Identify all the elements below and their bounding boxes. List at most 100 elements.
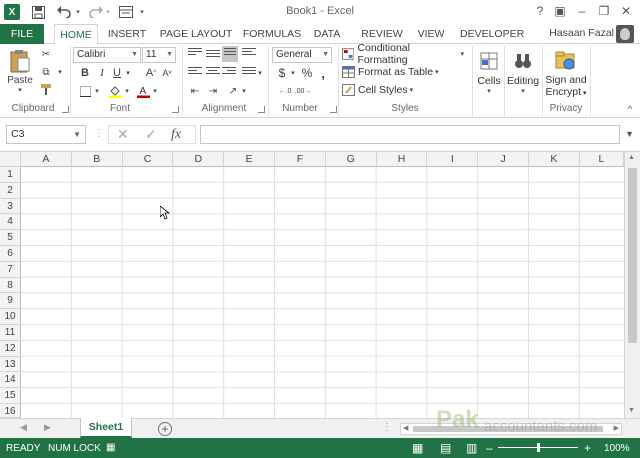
row-header[interactable]: 4 <box>0 214 21 231</box>
decrease-decimal-icon[interactable]: .00→ <box>294 84 312 98</box>
undo-dropdown-icon[interactable]: ▾ <box>74 4 82 20</box>
prev-sheet-icon[interactable]: ◀ <box>20 422 27 433</box>
zoom-in-icon[interactable]: + <box>584 441 591 455</box>
restore-icon[interactable]: ❐ <box>594 2 614 20</box>
row-header[interactable]: 6 <box>0 246 21 262</box>
ribbon-display-icon[interactable]: ▣ <box>550 2 570 20</box>
new-sheet-icon[interactable]: + <box>158 422 172 436</box>
row-header[interactable]: 15 <box>0 388 21 404</box>
row-header[interactable]: 8 <box>0 277 21 294</box>
help-icon[interactable]: ? <box>530 2 550 20</box>
align-middle-icon[interactable] <box>206 50 220 62</box>
zoom-out-icon[interactable]: – <box>486 441 493 455</box>
borders-icon[interactable] <box>78 84 92 98</box>
column-header[interactable]: B <box>71 152 123 167</box>
bold-button[interactable]: B <box>78 66 92 80</box>
column-header[interactable]: A <box>21 152 72 167</box>
copy-dropdown-icon[interactable]: ▾ <box>56 65 64 79</box>
column-header[interactable]: K <box>529 152 580 167</box>
zoom-slider-thumb[interactable] <box>537 443 540 452</box>
conditional-formatting-button[interactable]: Conditional Formatting ▾ <box>342 42 464 66</box>
macro-record-icon[interactable]: ▦ <box>106 442 115 453</box>
column-header[interactable]: D <box>173 152 225 167</box>
increase-indent-icon[interactable]: ⇥ <box>206 84 220 98</box>
column-header[interactable]: J <box>478 152 529 167</box>
tab-insert[interactable]: INSERT <box>104 24 150 44</box>
tab-home[interactable]: HOME <box>54 24 98 45</box>
column-header[interactable]: I <box>427 152 479 167</box>
text-direction-icon[interactable]: ↗ <box>226 84 240 98</box>
page-layout-view-icon[interactable]: ▤ <box>440 441 451 455</box>
row-header[interactable]: 5 <box>0 230 21 246</box>
enter-icon[interactable]: ✓ <box>145 126 157 143</box>
align-left-icon[interactable] <box>188 67 202 79</box>
worksheet-grid[interactable]: ABCDEFGHIJKL 1 2 3 4 5 6 7 8 9 10 11 12 13 14 15 16 ▲ ▼ <box>0 152 640 418</box>
merge-dropdown-icon[interactable]: ▾ <box>256 66 264 80</box>
decrease-indent-icon[interactable]: ⇤ <box>188 84 202 98</box>
format-as-table-button[interactable]: Format as Table ▾ <box>342 64 442 80</box>
row-header[interactable]: 9 <box>0 293 21 310</box>
customize-quick-access-icon[interactable]: ▾ <box>138 4 146 20</box>
row-header[interactable]: 12 <box>0 340 21 357</box>
tab-page-layout[interactable]: PAGE LAYOUT <box>158 24 234 44</box>
close-icon[interactable]: ✕ <box>616 2 636 20</box>
row-header[interactable]: 14 <box>0 372 21 389</box>
clipboard-launcher-icon[interactable] <box>62 106 69 113</box>
scroll-down-icon[interactable]: ▼ <box>628 407 635 414</box>
fill-color-dropdown-icon[interactable]: ▾ <box>123 84 131 98</box>
font-color-dropdown-icon[interactable]: ▾ <box>151 84 159 98</box>
underline-dropdown-icon[interactable]: ▾ <box>124 66 132 80</box>
increase-font-icon[interactable]: A ^ <box>144 66 158 80</box>
tab-split-grip-icon[interactable]: ⋮ <box>382 422 392 433</box>
paste-button[interactable]: Paste ▾ <box>6 46 34 96</box>
avatar[interactable] <box>616 25 634 43</box>
tab-developer[interactable]: DEVELOPER <box>460 24 524 44</box>
column-header[interactable]: H <box>376 152 428 167</box>
borders-dropdown-icon[interactable]: ▾ <box>93 84 101 98</box>
currency-dropdown-icon[interactable]: ▾ <box>289 66 297 80</box>
minimize-icon[interactable]: – <box>572 2 592 20</box>
cut-icon[interactable]: ✂ <box>38 47 54 61</box>
cells-button[interactable]: Cells ▾ <box>476 46 502 100</box>
cell-styles-button[interactable]: Cell Styles ▾ <box>342 82 422 98</box>
tab-review[interactable]: REVIEW <box>360 24 404 44</box>
increase-decimal-icon[interactable]: ←.0 <box>276 84 294 98</box>
font-size-select[interactable]: 11 ▼ <box>142 47 176 63</box>
tab-data[interactable]: DATA <box>310 24 344 44</box>
name-box[interactable]: C3 ▼ <box>6 125 86 144</box>
alignment-launcher-icon[interactable] <box>258 106 265 113</box>
excel-logo-icon[interactable]: X <box>4 4 20 20</box>
tab-view[interactable]: VIEW <box>414 24 448 44</box>
column-header[interactable]: L <box>579 152 624 167</box>
redo-icon[interactable] <box>88 4 104 20</box>
page-break-view-icon[interactable]: ▥ <box>466 441 477 455</box>
vertical-scrollbar[interactable]: ▲ ▼ <box>624 152 640 418</box>
row-header[interactable]: 11 <box>0 325 21 341</box>
percent-icon[interactable]: % <box>300 66 314 80</box>
next-sheet-icon[interactable]: ▶ <box>44 422 51 433</box>
orientation-icon[interactable] <box>242 48 256 60</box>
font-launcher-icon[interactable] <box>172 106 179 113</box>
underline-button[interactable]: U <box>111 66 123 80</box>
italic-button[interactable]: I <box>95 66 109 80</box>
row-header[interactable]: 1 <box>0 167 21 183</box>
currency-icon[interactable]: $ <box>276 66 288 80</box>
scroll-up-icon[interactable]: ▲ <box>628 154 635 161</box>
text-direction-dropdown-icon[interactable]: ▾ <box>240 84 248 98</box>
align-right-icon[interactable] <box>222 67 236 79</box>
cell-gridlines[interactable] <box>21 167 624 418</box>
column-header[interactable]: G <box>325 152 377 167</box>
normal-view-icon[interactable]: ▦ <box>412 441 423 455</box>
row-header[interactable]: 2 <box>0 182 21 199</box>
row-header[interactable]: 10 <box>0 309 21 325</box>
tab-file[interactable]: FILE <box>0 24 44 44</box>
align-top-icon[interactable] <box>188 48 202 60</box>
row-header[interactable]: 7 <box>0 261 21 278</box>
comma-icon[interactable]: , <box>316 66 330 81</box>
scroll-left-icon[interactable]: ◀ <box>403 424 408 432</box>
row-header[interactable]: 13 <box>0 356 21 373</box>
formula-input[interactable] <box>200 125 620 144</box>
tab-formulas[interactable]: FORMULAS <box>242 24 302 44</box>
column-header[interactable]: E <box>224 152 275 167</box>
row-header[interactable]: 3 <box>0 198 21 215</box>
